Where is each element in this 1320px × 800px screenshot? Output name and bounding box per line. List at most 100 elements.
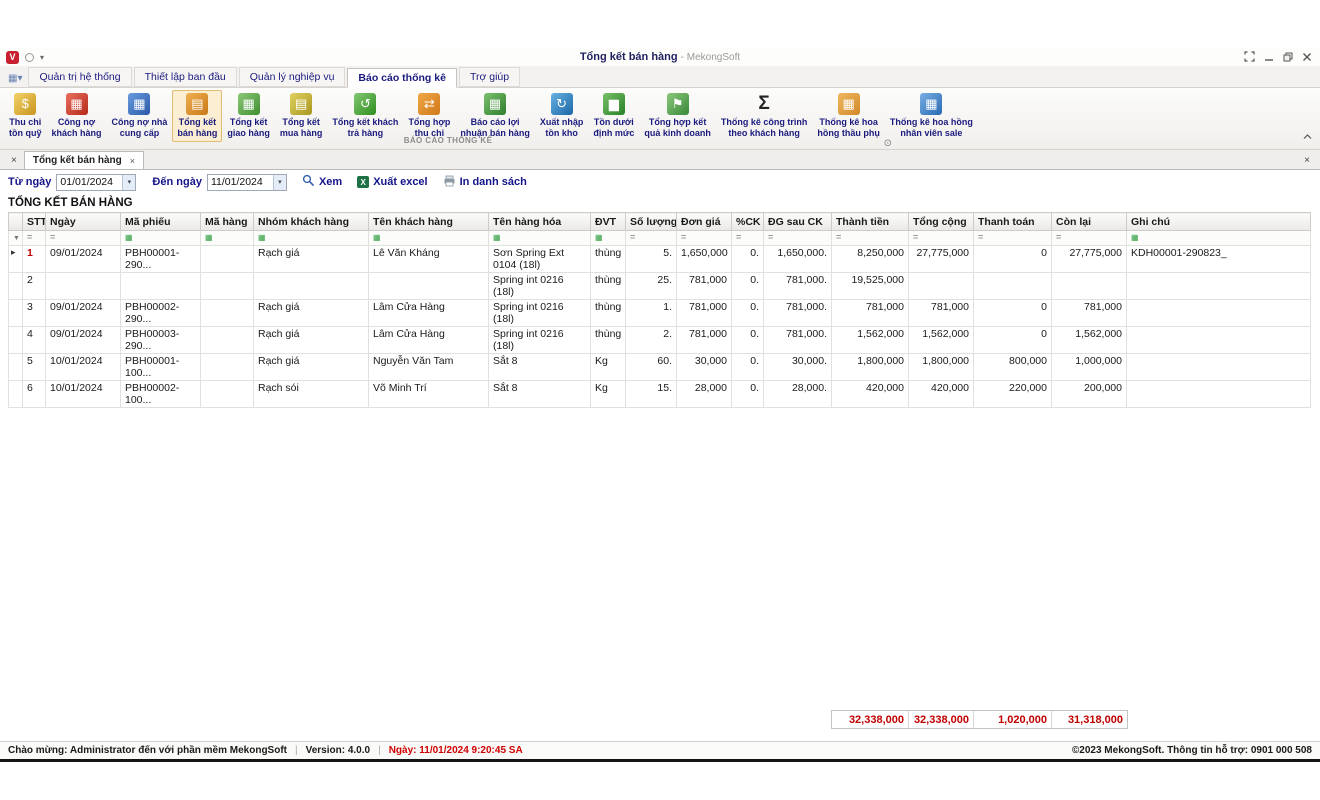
equals-filter-icon: = xyxy=(1056,232,1061,242)
ribbon-item-thong-ke-hoa-hong-nhan-vien-sale[interactable]: ▦Thống kê hoa hồng nhân viên sale xyxy=(885,90,978,142)
table-row[interactable]: ▸109/01/2024PBH00001-290...Rạch giáLê Vă… xyxy=(9,246,1311,273)
cell-con_lai: 27,775,000 xyxy=(1052,246,1127,273)
expand-window-icon[interactable] xyxy=(1244,51,1255,62)
filter-cell-ghi_chu[interactable]: ▦ xyxy=(1127,231,1311,246)
filter-cell-stt[interactable]: = xyxy=(23,231,46,246)
filter-cell-dg_sau_ck[interactable]: = xyxy=(764,231,832,246)
column-header-tong_cong[interactable]: Tổng cộng xyxy=(909,213,974,231)
cell-thanh_tien: 19,525,000 xyxy=(832,273,909,300)
restore-icon[interactable] xyxy=(1283,52,1293,62)
collapse-ribbon-icon[interactable] xyxy=(1303,127,1312,145)
text-filter-icon: ▦ xyxy=(205,233,213,242)
filter-cell-nhom_khach_hang[interactable]: ▦ xyxy=(254,231,369,246)
filter-cell-tong_cong[interactable]: = xyxy=(909,231,974,246)
from-date-label: Từ ngày xyxy=(8,176,51,188)
menu-tab-quan-ly-nghiep-vu[interactable]: Quản lý nghiệp vụ xyxy=(239,67,346,87)
menu-grid-icon[interactable]: ▦▾ xyxy=(6,73,28,87)
close-icon[interactable] xyxy=(1302,52,1312,62)
filter-cell-ma_hang[interactable]: ▦ xyxy=(201,231,254,246)
table-row[interactable]: 610/01/2024PBH00002-100...Rạch sóiVõ Min… xyxy=(9,381,1311,408)
column-header-nhom_khach_hang[interactable]: Nhóm khách hàng xyxy=(254,213,369,231)
column-header-don_gia[interactable]: Đơn giá xyxy=(677,213,732,231)
cell-ten_khach_hang: Nguyễn Văn Tam xyxy=(369,354,489,381)
filter-cell-thanh_tien[interactable]: = xyxy=(832,231,909,246)
column-header-thanh_toan[interactable]: Thanh toán xyxy=(974,213,1052,231)
cell-ghi_chu xyxy=(1127,300,1311,327)
cell-thanh_toan: 0 xyxy=(974,246,1052,273)
filter-cell-ten_hang_hoa[interactable]: ▦ xyxy=(489,231,591,246)
report-grid: STTNgàyMã phiếuMã hàngNhóm khách hàngTên… xyxy=(8,212,1311,408)
filter-cell-ma_phieu[interactable]: ▦ xyxy=(121,231,201,246)
dialog-launcher-icon[interactable]: ⊙ xyxy=(884,138,892,149)
close-document-icon[interactable]: × xyxy=(1298,155,1316,169)
print-list-button[interactable]: In danh sách xyxy=(443,175,527,190)
debt-supplier-icon: ▦ xyxy=(128,93,150,115)
menu-tab-quan-tri-he-thong[interactable]: Quản trị hệ thống xyxy=(28,67,131,87)
filter-cell-ngay[interactable]: = xyxy=(46,231,121,246)
table-row[interactable]: 510/01/2024PBH00001-100...Rạch giáNguyễn… xyxy=(9,354,1311,381)
cell-ngay xyxy=(46,273,121,300)
column-header-dvt[interactable]: ĐVT xyxy=(591,213,626,231)
column-header-ma_phieu[interactable]: Mã phiếu xyxy=(121,213,201,231)
to-date-input[interactable] xyxy=(208,176,273,188)
filter-cell-dvt[interactable]: ▦ xyxy=(591,231,626,246)
filter-cell-ind[interactable]: ▼ xyxy=(9,231,23,246)
tab-tong-ket-ban-hang[interactable]: Tổng kết bán hàng × xyxy=(24,151,144,169)
column-header-ngay[interactable]: Ngày xyxy=(46,213,121,231)
cell-nhom_khach_hang: Rạch giá xyxy=(254,300,369,327)
chevron-down-icon[interactable]: ▾ xyxy=(273,175,286,190)
document-tabs: × Tổng kết bán hàng × × xyxy=(0,150,1320,170)
column-header-ten_khach_hang[interactable]: Tên khách hàng xyxy=(369,213,489,231)
filter-cell-con_lai[interactable]: = xyxy=(1052,231,1127,246)
column-header-thanh_tien[interactable]: Thành tiền xyxy=(832,213,909,231)
chevron-down-icon[interactable]: ▾ xyxy=(122,175,135,190)
close-tab-icon[interactable]: × xyxy=(130,156,135,166)
to-date-combobox[interactable]: ▾ xyxy=(207,174,287,191)
report-title: TỔNG KẾT BÁN HÀNG xyxy=(0,194,1320,212)
column-header-stt[interactable]: STT xyxy=(23,213,46,231)
column-header-so_luong[interactable]: Số lượng xyxy=(626,213,677,231)
filter-cell-ck[interactable]: = xyxy=(732,231,764,246)
print-list-label: In danh sách xyxy=(460,176,527,188)
filter-cell-don_gia[interactable]: = xyxy=(677,231,732,246)
minimize-icon[interactable] xyxy=(1264,52,1274,62)
quick-access-dropdown-icon[interactable]: ▾ xyxy=(40,53,44,62)
row-indicator-header[interactable] xyxy=(9,213,23,231)
column-header-ghi_chu[interactable]: Ghi chú xyxy=(1127,213,1311,231)
cell-thanh_tien: 420,000 xyxy=(832,381,909,408)
filter-cell-ten_khach_hang[interactable]: ▦ xyxy=(369,231,489,246)
column-header-ma_hang[interactable]: Mã hàng xyxy=(201,213,254,231)
quick-access-circle-icon[interactable] xyxy=(25,53,34,62)
cell-thanh_toan: 0 xyxy=(974,327,1052,354)
column-header-ck[interactable]: %CK xyxy=(732,213,764,231)
menu-tab-tro-giup[interactable]: Trợ giúp xyxy=(459,67,520,87)
column-header-dg_sau_ck[interactable]: ĐG sau CK xyxy=(764,213,832,231)
filter-cell-thanh_toan[interactable]: = xyxy=(974,231,1052,246)
menu-tab-bao-cao-thong-ke[interactable]: Báo cáo thống kê xyxy=(347,68,457,88)
column-header-con_lai[interactable]: Còn lại xyxy=(1052,213,1127,231)
cell-so_luong: 2. xyxy=(626,327,677,354)
titlebar-left-icons: V ▾ xyxy=(6,51,44,64)
cell-ma_hang xyxy=(201,327,254,354)
cell-stt: 6 xyxy=(23,381,46,408)
table-row[interactable]: 309/01/2024PBH00002-290...Rạch giáLâm Cử… xyxy=(9,300,1311,327)
table-row[interactable]: 409/01/2024PBH00003-290...Rạch giáLâm Cử… xyxy=(9,327,1311,354)
cell-don_gia: 781,000 xyxy=(677,300,732,327)
export-excel-button[interactable]: X Xuất excel xyxy=(357,176,427,188)
menu-bar: ▦▾ Quản trị hệ thốngThiết lập ban đầuQuả… xyxy=(0,66,1320,88)
table-row[interactable]: 2Spring int 0216 (18l)thùng25.781,0000.7… xyxy=(9,273,1311,300)
debt-customer-icon: ▦ xyxy=(66,93,88,115)
column-header-ten_hang_hoa[interactable]: Tên hàng hóa xyxy=(489,213,591,231)
from-date-input[interactable] xyxy=(57,176,122,188)
printer-icon xyxy=(443,175,456,190)
cell-tong_cong: 781,000 xyxy=(909,300,974,327)
close-all-tabs-icon[interactable]: × xyxy=(4,155,24,169)
purchase-summary-icon: ▤ xyxy=(290,93,312,115)
from-date-combobox[interactable]: ▾ xyxy=(56,174,136,191)
cell-ngay: 09/01/2024 xyxy=(46,327,121,354)
menu-tab-thiet-lap-ban-dau[interactable]: Thiết lập ban đầu xyxy=(134,67,237,87)
text-filter-icon: ▦ xyxy=(258,233,266,242)
equals-filter-icon: = xyxy=(736,232,741,242)
filter-cell-so_luong[interactable]: = xyxy=(626,231,677,246)
view-button[interactable]: Xem xyxy=(302,174,342,190)
